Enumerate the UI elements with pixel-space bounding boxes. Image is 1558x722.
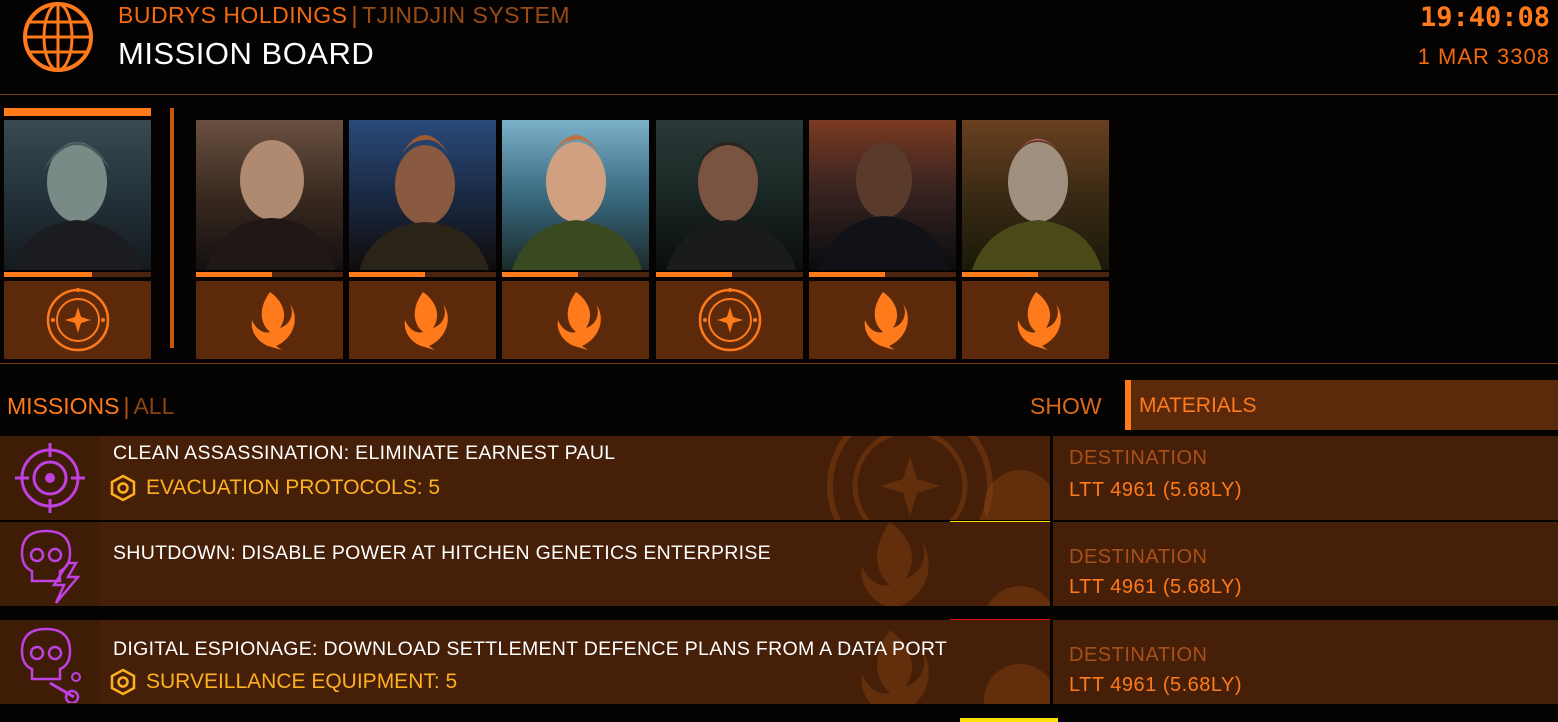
globe-watermark-icon <box>984 664 1050 704</box>
breadcrumb-separator: | <box>351 2 358 28</box>
mission-icon-panel <box>0 522 100 606</box>
show-materials-dropdown[interactable]: MATERIALS <box>1125 380 1558 430</box>
contact-card-4[interactable] <box>502 108 649 359</box>
mission-body[interactable]: CLEAN ASSASSINATION: ELIMINATE EARNEST P… <box>100 436 1050 520</box>
station-globe-icon <box>23 2 93 72</box>
selected-indicator <box>4 108 151 116</box>
mission-icon-panel <box>0 620 100 704</box>
globe-watermark-icon <box>987 586 1050 606</box>
game-date: 1 MAR 3308 <box>1417 44 1550 69</box>
contact-portrait[interactable] <box>809 120 956 270</box>
destination-label: DESTINATION <box>1069 447 1208 469</box>
assassination-target-icon <box>15 443 85 513</box>
mission-body[interactable]: SHUTDOWN: DISABLE POWER AT HITCHEN GENET… <box>100 522 1050 606</box>
mission-name: CLEAN ASSASSINATION: ELIMINATE EARNEST P… <box>113 442 616 464</box>
material-hex-icon <box>110 668 136 696</box>
missions-separator: | <box>123 393 130 419</box>
contact-portrait[interactable] <box>4 120 151 270</box>
phoenix-watermark-icon <box>861 630 929 704</box>
faction-panel <box>656 281 803 359</box>
globe-watermark-icon <box>984 470 1050 520</box>
reputation-bar <box>349 272 496 277</box>
missions-title: MISSIONS | ALL <box>7 393 174 420</box>
contact-card-6[interactable] <box>809 108 956 359</box>
mission-icon-panel <box>0 436 100 520</box>
independent-phoenix-icon <box>404 292 448 350</box>
contact-separator <box>170 108 174 348</box>
reputation-bar <box>502 272 649 277</box>
mission-row[interactable]: DIGITAL ESPIONAGE: DOWNLOAD SETTLEMENT D… <box>0 619 1558 704</box>
contact-card-3[interactable] <box>349 108 496 359</box>
mission-destination: DESTINATION LTT 4961 (5.68LY) <box>1053 620 1558 704</box>
faction-panel <box>4 281 151 359</box>
destination-value: LTT 4961 (5.68LY) <box>1069 576 1243 598</box>
mission-row[interactable]: CLEAN ASSASSINATION: ELIMINATE EARNEST P… <box>0 436 1558 520</box>
federation-icon <box>698 288 761 352</box>
contact-portrait[interactable] <box>502 120 649 270</box>
page-title: MISSION BOARD <box>118 36 375 71</box>
section-divider <box>0 363 1558 364</box>
contact-card-7[interactable] <box>962 108 1109 359</box>
mission-row[interactable]: SHUTDOWN: DISABLE POWER AT HITCHEN GENET… <box>0 521 1558 606</box>
reputation-bar <box>656 272 803 277</box>
federation-watermark-icon <box>827 436 993 520</box>
station-breadcrumb: BUDRYS HOLDINGS | TJINDJIN SYSTEM <box>118 2 570 29</box>
reputation-bar <box>4 272 151 277</box>
destination-value: LTT 4961 (5.68LY) <box>1069 674 1243 696</box>
system-name: TJINDJIN SYSTEM <box>361 2 571 28</box>
clock: 19:40:08 <box>1419 2 1550 33</box>
faction-panel <box>962 281 1109 359</box>
contact-list <box>0 96 1558 364</box>
destination-label: DESTINATION <box>1069 546 1208 568</box>
independent-phoenix-icon <box>557 292 601 350</box>
header: BUDRYS HOLDINGS | TJINDJIN SYSTEM MISSION … <box>0 0 1558 95</box>
mission-reward: EVACUATION PROTOCOLS: 5 <box>110 474 440 502</box>
show-value: MATERIALS <box>1139 394 1257 417</box>
mission-reward: SURVEILLANCE EQUIPMENT: 5 <box>110 668 457 696</box>
station-name: BUDRYS HOLDINGS <box>118 2 348 28</box>
contact-portrait[interactable] <box>196 120 343 270</box>
mission-destination: DESTINATION LTT 4961 (5.68LY) <box>1053 522 1558 606</box>
contact-portrait[interactable] <box>349 120 496 270</box>
mission-body[interactable]: DIGITAL ESPIONAGE: DOWNLOAD SETTLEMENT D… <box>100 620 1050 704</box>
contact-card-5[interactable] <box>656 108 803 359</box>
reputation-bar <box>809 272 956 277</box>
skull-lightning-icon <box>20 529 81 604</box>
independent-phoenix-icon <box>251 292 295 350</box>
contact-card-1[interactable] <box>4 108 151 359</box>
skull-data-icon <box>20 627 81 703</box>
phoenix-watermark-icon <box>861 522 929 606</box>
reputation-bar <box>196 272 343 277</box>
reward-text: EVACUATION PROTOCOLS: 5 <box>146 476 441 499</box>
missions-filter-all[interactable]: ALL <box>133 393 174 419</box>
contact-portrait[interactable] <box>656 120 803 270</box>
reputation-bar <box>962 272 1109 277</box>
faction-panel <box>349 281 496 359</box>
destination-label: DESTINATION <box>1069 644 1208 666</box>
contact-card-2[interactable] <box>196 108 343 359</box>
reward-text: SURVEILLANCE EQUIPMENT: 5 <box>146 670 458 693</box>
destination-value: LTT 4961 (5.68LY) <box>1069 479 1243 501</box>
independent-phoenix-icon <box>1017 292 1061 350</box>
material-hex-icon <box>110 474 136 502</box>
contact-portrait[interactable] <box>962 120 1109 270</box>
independent-phoenix-icon <box>864 292 908 350</box>
missions-label: MISSIONS <box>7 393 120 419</box>
mission-name: SHUTDOWN: DISABLE POWER AT HITCHEN GENET… <box>113 542 771 564</box>
faction-panel <box>809 281 956 359</box>
risk-indicator-yellow <box>960 718 1058 722</box>
missions-header: MISSIONS | ALL SHOW MATERIALS <box>0 380 1558 430</box>
faction-panel <box>502 281 649 359</box>
mission-name: DIGITAL ESPIONAGE: DOWNLOAD SETTLEMENT D… <box>113 638 948 660</box>
mission-destination: DESTINATION LTT 4961 (5.68LY) <box>1053 436 1558 520</box>
show-label: SHOW <box>1030 393 1102 419</box>
faction-panel <box>196 281 343 359</box>
federation-icon <box>46 288 109 352</box>
